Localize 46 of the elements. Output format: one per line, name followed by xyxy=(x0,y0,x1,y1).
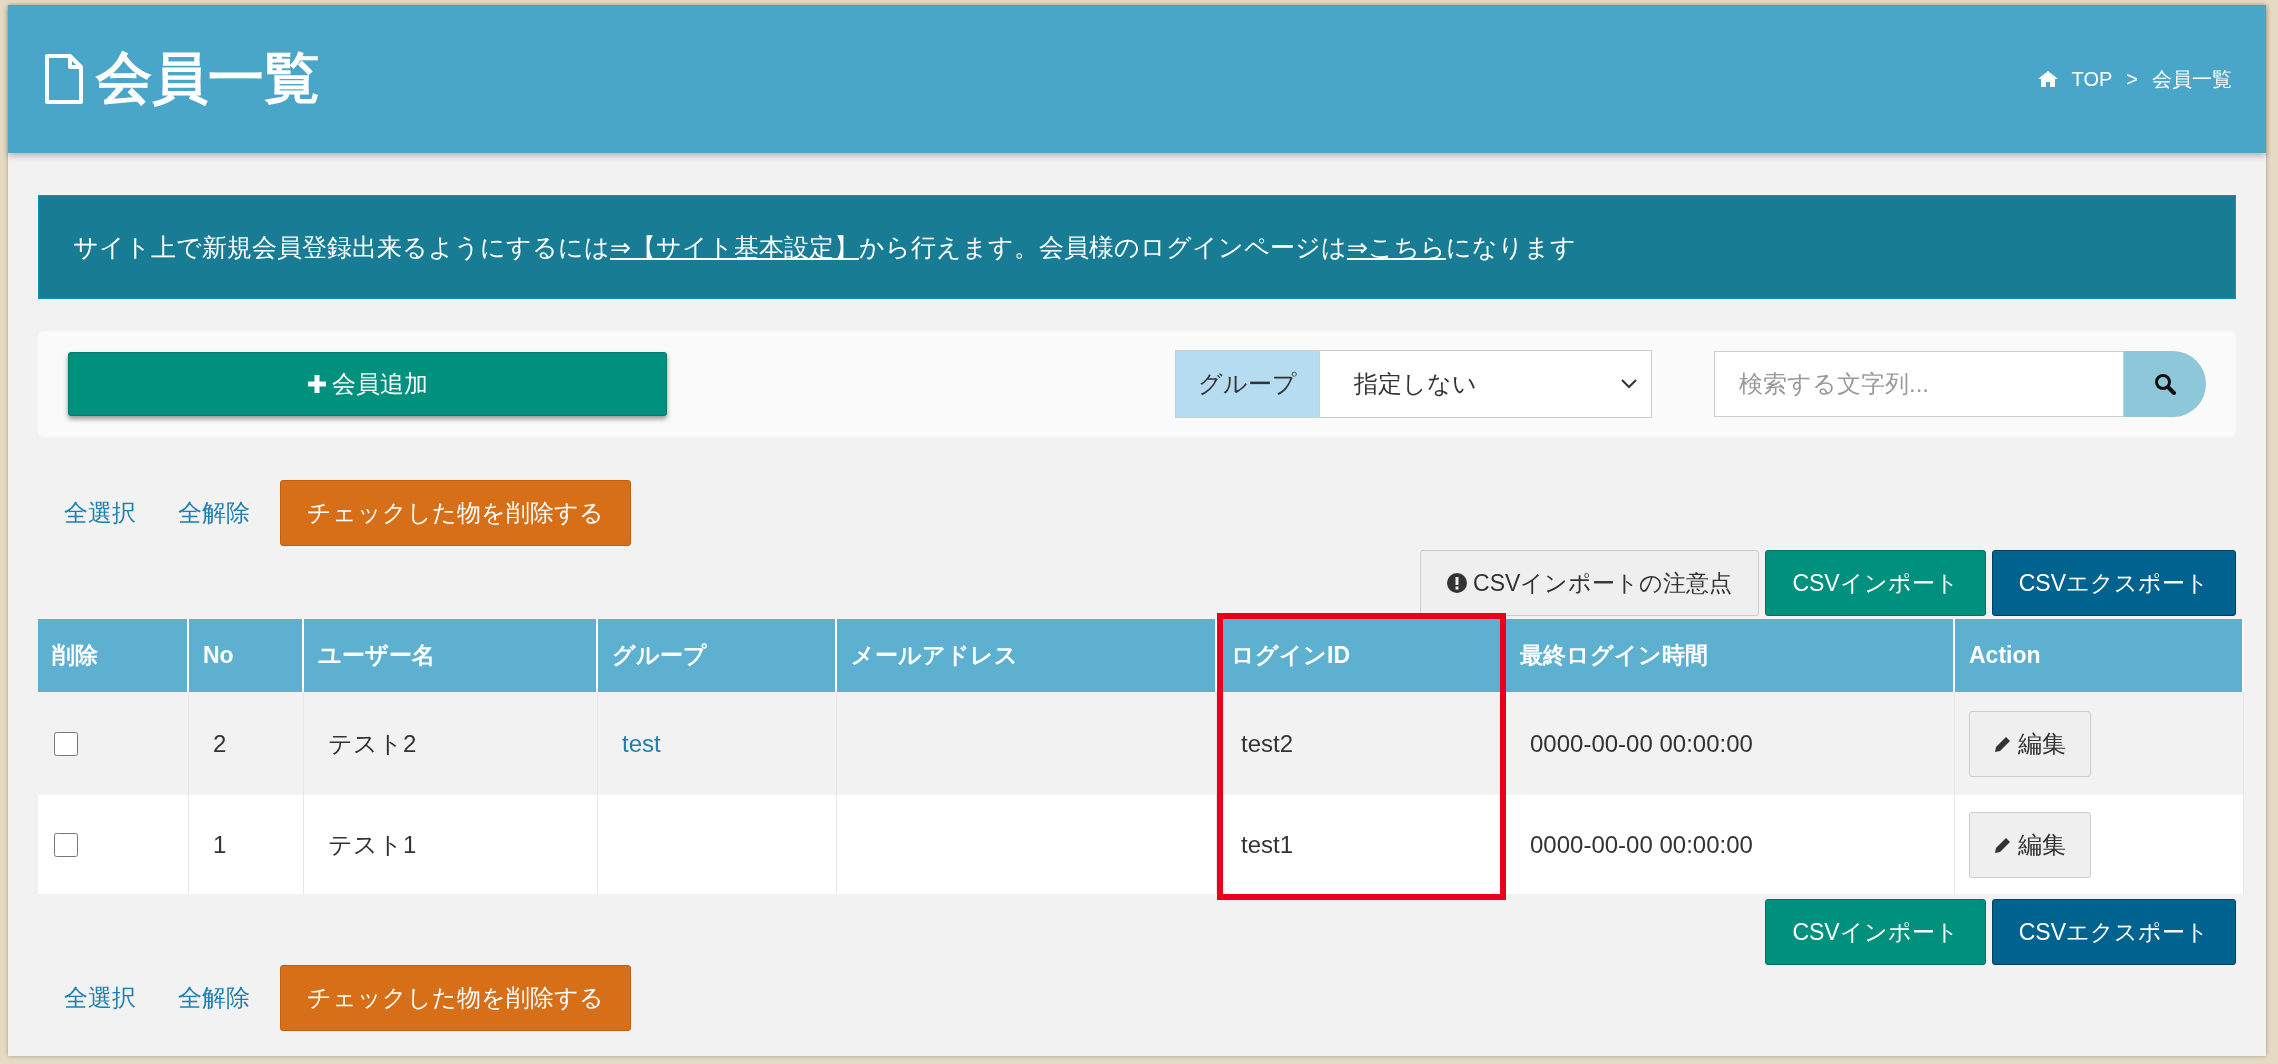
table-cell: テスト1 xyxy=(304,795,598,894)
csv-notice-button[interactable]: CSVインポートの注意点 xyxy=(1420,550,1760,616)
csv-export-button[interactable]: CSVエクスポート xyxy=(1991,899,2236,965)
edit-button[interactable]: 編集 xyxy=(1969,710,2091,777)
breadcrumb-separator: > xyxy=(2126,67,2138,91)
column-header: グループ xyxy=(598,619,837,692)
csv-export-button[interactable]: CSVエクスポート xyxy=(1991,550,2236,616)
table-cell: 1 xyxy=(189,795,304,894)
document-icon xyxy=(44,53,84,105)
csv-import-button[interactable]: CSVインポート xyxy=(1765,899,1986,965)
column-header: 削除 xyxy=(38,619,189,692)
search-icon xyxy=(2154,373,2176,395)
column-header: 最終ログイン時間 xyxy=(1506,619,1955,692)
row-checkbox[interactable] xyxy=(54,832,78,857)
search-field[interactable]: 検索する文字列... xyxy=(1714,351,2124,417)
pencil-icon xyxy=(1994,835,2012,854)
breadcrumb-current: 会員一覧 xyxy=(2152,66,2232,92)
select-link[interactable]: 全解除 xyxy=(178,497,250,529)
column-header: ユーザー名 xyxy=(304,619,598,692)
exclamation-icon xyxy=(1447,573,1468,593)
select-link[interactable]: 全解除 xyxy=(178,982,250,1014)
add-member-button[interactable]: 会員追加 xyxy=(68,352,667,416)
breadcrumb-link[interactable]: TOP xyxy=(2071,67,2113,91)
csv-import-button[interactable]: CSVインポート xyxy=(1765,550,1986,616)
delete-checked-button[interactable]: チェックした物を削除する xyxy=(280,965,631,1031)
row-checkbox[interactable] xyxy=(54,731,78,756)
edit-button[interactable]: 編集 xyxy=(1969,811,2091,878)
chevron-down-icon xyxy=(1621,379,1637,389)
search-button[interactable] xyxy=(2124,351,2206,417)
page-title: 会員一覧 xyxy=(96,45,320,111)
column-header: Action xyxy=(1955,619,2244,692)
group-link[interactable]: test xyxy=(622,729,661,758)
column-header: メールアドレス xyxy=(837,619,1217,692)
column-header: No xyxy=(189,619,304,692)
table-cell: 0000-00-00 00:00:00 xyxy=(1506,795,1955,894)
select-link[interactable]: 全選択 xyxy=(64,497,136,529)
home-icon xyxy=(2037,71,2058,87)
plus-icon xyxy=(307,375,326,393)
info-text: サイト上で新規会員登録出来るようにするには⇒【サイト基本設定】から行えます。会員様のログインページは⇒こちら になります xyxy=(73,231,1576,263)
group-label: グループ xyxy=(1176,351,1319,417)
pencil-icon xyxy=(1994,734,2012,753)
info-link[interactable]: ⇒【サイト基本設定】 xyxy=(610,232,859,261)
select-link[interactable]: 全選択 xyxy=(64,982,136,1014)
delete-checked-button[interactable]: チェックした物を削除する xyxy=(280,480,631,546)
group-dropdown[interactable]: 指定しない xyxy=(1319,351,1651,417)
info-link[interactable]: ⇒こちら xyxy=(1346,232,1446,261)
